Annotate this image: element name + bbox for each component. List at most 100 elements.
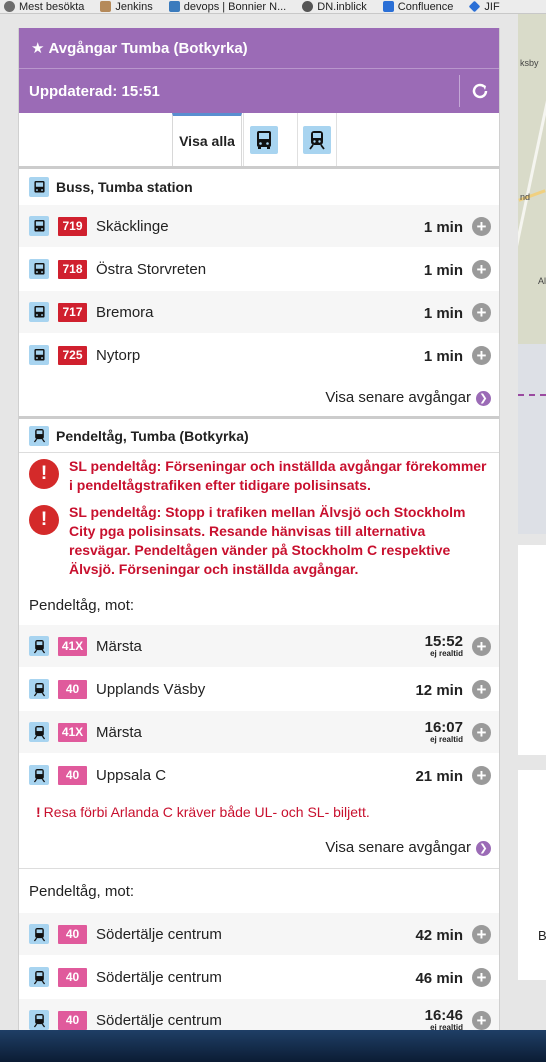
desktop-dock — [0, 1030, 546, 1062]
destination: Östra Storvreten — [96, 260, 207, 278]
departure-time-value: 1 min — [423, 262, 463, 279]
departure-time: 16:07 ej realtid — [425, 719, 463, 744]
bus-section-header: Buss, Tumba station — [19, 169, 499, 205]
departure-time-value: 15:52 — [424, 633, 463, 650]
direction-label: Pendeltåg, mot: — [29, 596, 135, 614]
destination: Upplands Väsby — [96, 680, 206, 698]
star-icon[interactable]: ★ — [31, 39, 44, 57]
bookmark-devops[interactable]: devops | Bonnier N... — [168, 1, 286, 13]
train-icon — [29, 722, 49, 742]
line-badge: 718 — [58, 259, 87, 279]
direction-label: Pendeltåg, mot: — [29, 882, 135, 900]
ticket-note-text: Resa förbi Arlanda C kräver både UL- och… — [43, 804, 370, 820]
departure-row[interactable]: 719 Skäcklinge 1 min + — [19, 205, 499, 248]
tab-bus[interactable] — [243, 113, 283, 166]
departure-time: 42 min — [415, 927, 463, 944]
departure-time-value: 42 min — [415, 927, 463, 944]
alert-text: SL pendeltåg: Stopp i trafiken mellan Äl… — [69, 504, 466, 577]
alert-text: SL pendeltåg: Förseningar och inställda … — [69, 458, 487, 493]
bus-icon — [29, 345, 49, 365]
departure-time: 1 min — [424, 305, 463, 322]
map-water — [518, 344, 546, 534]
map-label: nd — [520, 192, 531, 202]
departure-row[interactable]: 717 Bremora 1 min + — [19, 291, 499, 334]
departure-time: 1 min — [424, 262, 463, 279]
departure-row[interactable]: 40 Uppsala C 21 min + — [19, 754, 499, 797]
train-icon — [29, 425, 49, 446]
departure-row[interactable]: 40 Upplands Väsby 12 min + — [19, 668, 499, 711]
departures-panel: ★ Avgångar Tumba (Botkyrka) Uppdaterad: … — [18, 28, 500, 1030]
panel-header: ★ Avgångar Tumba (Botkyrka) — [19, 28, 499, 69]
departure-row[interactable]: 718 Östra Storvreten 1 min + — [19, 248, 499, 291]
departure-row[interactable]: 41X Märsta 16:07 ej realtid + — [19, 711, 499, 754]
line-badge: 40 — [58, 679, 87, 699]
expand-plus-icon[interactable]: + — [472, 1011, 491, 1030]
tab-show-all-label: Visa alla — [179, 133, 235, 149]
expand-plus-icon[interactable]: + — [472, 637, 491, 656]
expand-plus-icon[interactable]: + — [472, 723, 491, 742]
departure-time: 15:52 ej realtid — [425, 633, 463, 658]
realtime-status: ej realtid — [430, 649, 463, 658]
destination: Uppsala C — [96, 766, 167, 784]
train-section-header: Pendeltåg, Tumba (Botkyrka) — [19, 419, 499, 453]
bookmark-label: DN.inblick — [317, 0, 367, 13]
departure-time-value: 1 min — [423, 219, 463, 236]
map-label: ksby — [520, 58, 539, 68]
bookmarks-bar: Mest besökta Jenkins devops | Bonnier N.… — [0, 0, 546, 14]
train-icon — [29, 924, 49, 944]
refresh-button[interactable] — [459, 75, 499, 107]
destination: Märsta — [96, 637, 142, 655]
disruption-alert: ! SL pendeltåg: Förseningar och inställd… — [19, 453, 499, 501]
bookmark-label: Confluence — [397, 0, 454, 13]
expand-plus-icon[interactable]: + — [472, 217, 491, 236]
panel-title: Avgångar Tumba (Botkyrka) — [48, 39, 248, 57]
line-badge: 40 — [58, 967, 87, 987]
bookmark-label: JIF — [484, 0, 500, 13]
bookmark-label: Mest besökta — [19, 0, 85, 13]
side-panel-text: B — [538, 928, 546, 943]
gear-icon — [4, 1, 15, 12]
bookmark-mest-besokta[interactable]: Mest besökta — [4, 1, 84, 13]
departure-time-value: 1 min — [423, 305, 463, 322]
expand-plus-icon[interactable]: + — [472, 346, 491, 365]
map-area[interactable]: ksby nd Al — [518, 14, 546, 534]
filter-tabs: Visa alla — [19, 113, 499, 169]
updated-time: Uppdaterad: 15:51 — [29, 82, 160, 100]
line-badge: 40 — [58, 765, 87, 785]
side-panel — [518, 545, 546, 755]
expand-plus-icon[interactable]: + — [472, 968, 491, 987]
realtime-status: ej realtid — [430, 1023, 463, 1030]
bus-icon — [29, 259, 49, 279]
bookmark-confluence[interactable]: Confluence — [382, 0, 454, 13]
bookmark-jenkins[interactable]: Jenkins — [100, 1, 153, 13]
bookmark-dn-inblick[interactable]: DN.inblick — [302, 1, 367, 13]
alert-icon: ! — [29, 459, 59, 489]
train-icon — [29, 679, 49, 699]
expand-plus-icon[interactable]: + — [472, 680, 491, 699]
line-badge: 725 — [58, 345, 87, 365]
departure-row[interactable]: 40 Södertälje centrum 42 min + — [19, 913, 499, 956]
line-badge: 717 — [58, 302, 87, 322]
tab-train[interactable] — [297, 113, 337, 166]
expand-plus-icon[interactable]: + — [472, 303, 491, 322]
expand-plus-icon[interactable]: + — [472, 260, 491, 279]
devops-icon — [168, 1, 180, 12]
direction-heading: Pendeltåg, mot: — [19, 869, 499, 913]
bookmark-jira[interactable]: JIF — [469, 0, 500, 13]
departure-row[interactable]: 40 Södertälje centrum 46 min + — [19, 956, 499, 999]
chevron-right-icon: ❯ — [476, 841, 491, 856]
bus-later-link[interactable]: Visa senare avgångar ❯ — [19, 377, 499, 419]
departure-row[interactable]: 725 Nytorp 1 min + — [19, 334, 499, 377]
map-boundary — [518, 394, 546, 396]
alert-icon: ! — [29, 505, 59, 535]
departure-row[interactable]: 41X Märsta 15:52 ej realtid + — [19, 625, 499, 668]
departure-row[interactable]: 40 Södertälje centrum 16:46 ej realtid + — [19, 999, 499, 1030]
line-badge: 41X — [58, 636, 87, 656]
jenkins-icon — [100, 1, 112, 12]
expand-plus-icon[interactable]: + — [472, 766, 491, 785]
train-later-link[interactable]: Visa senare avgångar ❯ — [19, 827, 499, 869]
tab-show-all[interactable]: Visa alla — [172, 113, 242, 166]
train-icon — [29, 1010, 49, 1030]
update-bar: Uppdaterad: 15:51 — [19, 69, 499, 113]
expand-plus-icon[interactable]: + — [472, 925, 491, 944]
